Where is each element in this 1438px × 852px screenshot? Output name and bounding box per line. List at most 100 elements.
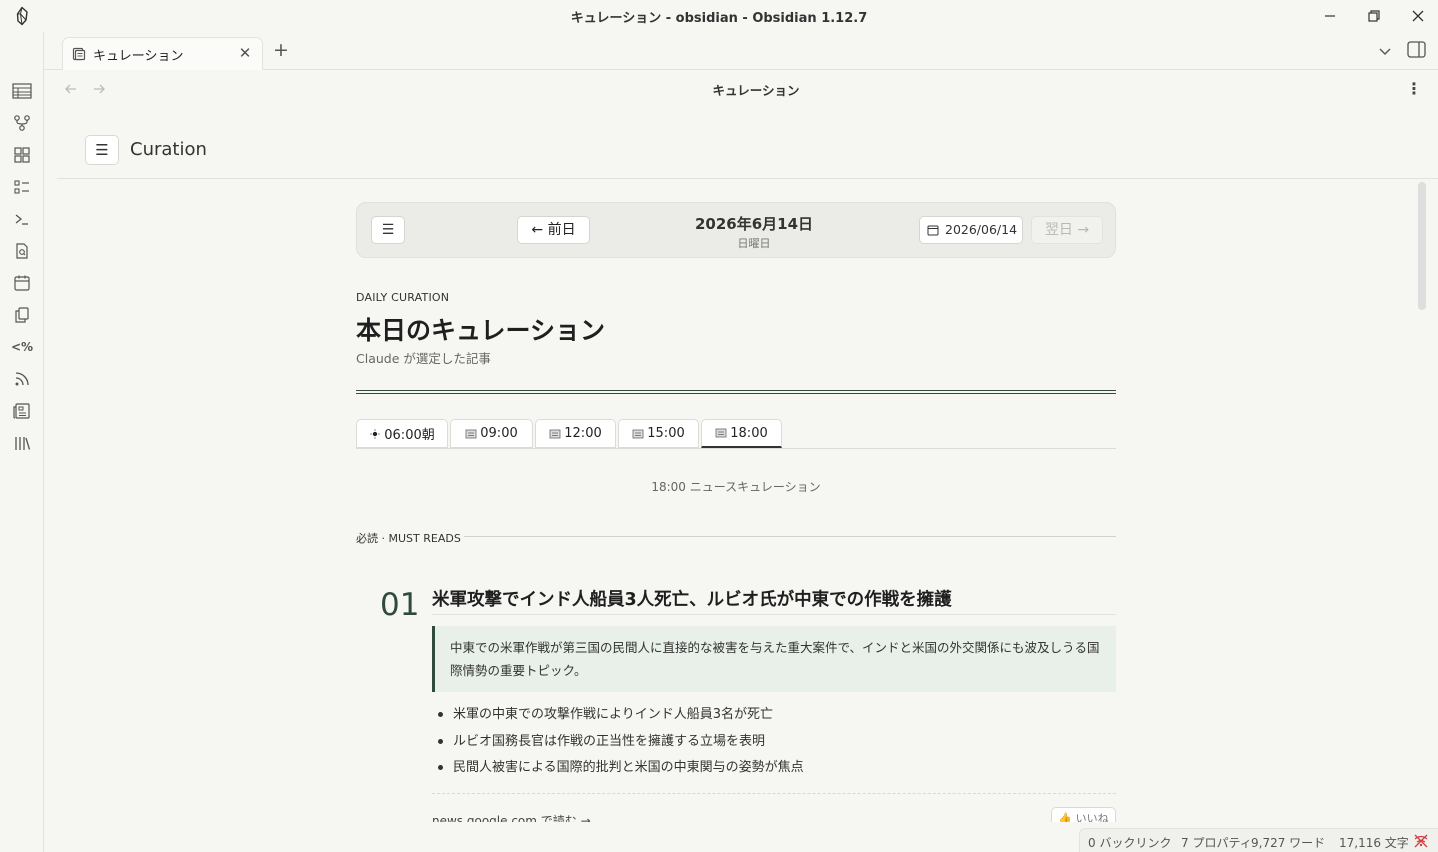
section-label: 必読 · MUST READS <box>356 532 461 545</box>
article-divider <box>432 793 1116 794</box>
date-menu-button[interactable]: ☰ <box>371 216 405 244</box>
nav-forward-button[interactable] <box>90 80 108 98</box>
date-picker-value: 2026/06/14 <box>945 222 1018 237</box>
list-item: 米軍の中東での攻撃作戦によりインド人船員3名が死亡 <box>438 704 804 731</box>
status-chars: 17,116 文字 <box>1339 836 1409 850</box>
date-navigation-card: ☰ ← 前日 2026年6月14日 日曜日 2026/06/14 翌日 → <box>356 202 1116 258</box>
hero-rule <box>356 390 1116 391</box>
article-source-link[interactable]: news.google.com で読む → <box>432 812 591 822</box>
right-sidebar-toggle[interactable] <box>1407 41 1427 61</box>
time-tab-label: 15:00 <box>647 426 685 441</box>
article-summary: 中東での米軍作戦が第三国の民間人に直接的な被害を与えた重大案件で、インドと米国の… <box>432 626 1116 692</box>
close-icon <box>1412 10 1424 22</box>
ribbon-graph-button[interactable] <box>10 111 34 135</box>
hero-rule-secondary <box>356 393 1116 394</box>
hero-kicker: DAILY CURATION <box>356 291 450 304</box>
status-properties[interactable]: 7 プロパティ <box>1181 834 1252 851</box>
layout-grid-icon <box>14 147 30 163</box>
new-tab-button[interactable]: + <box>271 41 291 61</box>
sidebar-right-icon <box>1407 41 1426 58</box>
nav-back-button[interactable] <box>62 80 80 98</box>
minimize-icon <box>1325 15 1335 17</box>
tab-close-icon[interactable]: ✕ <box>237 45 253 61</box>
title-bar: キュレーション - obsidian - Obsidian 1.12.7 <box>0 0 1438 32</box>
time-tab-1200[interactable]: 12:00 <box>535 419 616 448</box>
curation-menu-button[interactable]: ☰ <box>85 135 119 165</box>
terminal-icon <box>15 214 28 225</box>
newspaper-icon <box>549 429 561 438</box>
newspaper-icon <box>632 429 644 438</box>
status-backlinks[interactable]: 0 バックリンク <box>1088 834 1171 851</box>
time-tab-label: 09:00 <box>480 426 518 441</box>
ribbon-news-button[interactable] <box>10 399 34 423</box>
session-caption: 18:00 ニュースキュレーション <box>651 480 821 494</box>
article-number: 01 <box>380 587 420 623</box>
ribbon-list-button[interactable] <box>10 175 34 199</box>
file-search-icon <box>16 243 28 259</box>
ribbon-file-search-button[interactable] <box>10 239 34 263</box>
ribbon-copy-button[interactable] <box>10 303 34 327</box>
chevron-down-icon <box>1379 48 1391 55</box>
ribbon-rss-button[interactable] <box>10 367 34 391</box>
sync-off-icon[interactable] <box>1412 832 1430 850</box>
window-title: キュレーション - obsidian - Obsidian 1.12.7 <box>570 11 868 26</box>
article-bullets: 米軍の中東での攻撃作戦によりインド人船員3名が死亡 ルビオ国務長官は作戦の正当性… <box>438 704 804 784</box>
tab-label: キュレーション <box>93 49 184 64</box>
list-item: ルビオ国務長官は作戦の正当性を擁護する立場を表明 <box>438 731 804 758</box>
minimize-button[interactable] <box>1312 4 1348 28</box>
time-tab-0600[interactable]: 06:00朝 <box>356 419 448 448</box>
ribbon-templater-button[interactable]: <% <box>10 335 34 359</box>
newspaper-icon <box>13 403 30 419</box>
more-options-button[interactable]: ⋮ <box>1404 80 1424 100</box>
time-tab-label: 06:00朝 <box>384 428 435 443</box>
files-icon <box>15 307 29 323</box>
arrow-left-icon <box>65 84 76 94</box>
ribbon-terminal-button[interactable] <box>10 207 34 231</box>
status-words: 9,727 ワード <box>1251 836 1326 850</box>
next-day-button[interactable]: 翌日 → <box>1031 216 1103 244</box>
current-weekday: 日曜日 <box>737 237 771 250</box>
restore-button[interactable] <box>1356 4 1392 28</box>
article-title[interactable]: 米軍攻撃でインド人船員3人死亡、ルビオ氏が中東での作戦を擁護 <box>432 586 952 611</box>
newspaper-icon <box>715 428 727 438</box>
library-icon <box>15 437 31 450</box>
more-vertical-icon: ⋮ <box>1406 79 1422 98</box>
ribbon-calendar-button[interactable] <box>10 271 34 295</box>
list-checks-icon <box>14 180 29 194</box>
newspaper-icon <box>465 429 477 438</box>
divider <box>57 178 1438 179</box>
view-title[interactable]: キュレーション <box>700 80 812 99</box>
list-item: 民間人被害による国際的批判と米国の中東関与の姿勢が焦点 <box>438 757 804 784</box>
table-icon <box>12 83 32 99</box>
templater-icon: <% <box>10 340 34 354</box>
ribbon-database-button[interactable] <box>10 79 34 103</box>
document-icon <box>72 47 86 61</box>
close-window-button[interactable] <box>1400 4 1436 28</box>
ribbon-canvas-button[interactable] <box>10 143 34 167</box>
time-tab-label: 12:00 <box>564 426 602 441</box>
tab-list-button[interactable] <box>1376 42 1394 60</box>
rss-icon <box>15 372 29 386</box>
time-tab-1500[interactable]: 15:00 <box>618 419 699 448</box>
prev-day-button[interactable]: ← 前日 <box>517 216 590 244</box>
calendar-icon <box>14 275 30 291</box>
ribbon-library-button[interactable] <box>10 431 34 455</box>
status-bar: 0 バックリンク 7 プロパティ 9,727 ワード 17,116 文字 <box>1079 828 1438 852</box>
current-date: 2026年6月14日 <box>694 215 814 233</box>
calendar-icon <box>927 225 939 236</box>
time-tab-0900[interactable]: 09:00 <box>450 419 533 448</box>
time-tabs-baseline <box>356 448 1116 449</box>
date-picker-input[interactable]: 2026/06/14 <box>919 216 1023 244</box>
time-tab-1800[interactable]: 18:00 <box>701 419 782 448</box>
arrow-right-icon <box>94 84 105 94</box>
like-button[interactable]: 👍 いいね <box>1051 807 1116 822</box>
page-title: 本日のキュレーション <box>356 316 606 345</box>
restore-icon <box>1368 10 1380 22</box>
git-fork-icon <box>14 115 30 131</box>
hero-byline: Claude が選定した記事 <box>356 351 491 366</box>
tab-curation[interactable]: キュレーション ✕ <box>62 37 263 70</box>
sun-icon <box>370 428 380 439</box>
article-title-rule <box>432 614 1116 615</box>
scrollbar-thumb[interactable] <box>1418 182 1426 310</box>
left-ribbon: <% <box>0 32 44 852</box>
